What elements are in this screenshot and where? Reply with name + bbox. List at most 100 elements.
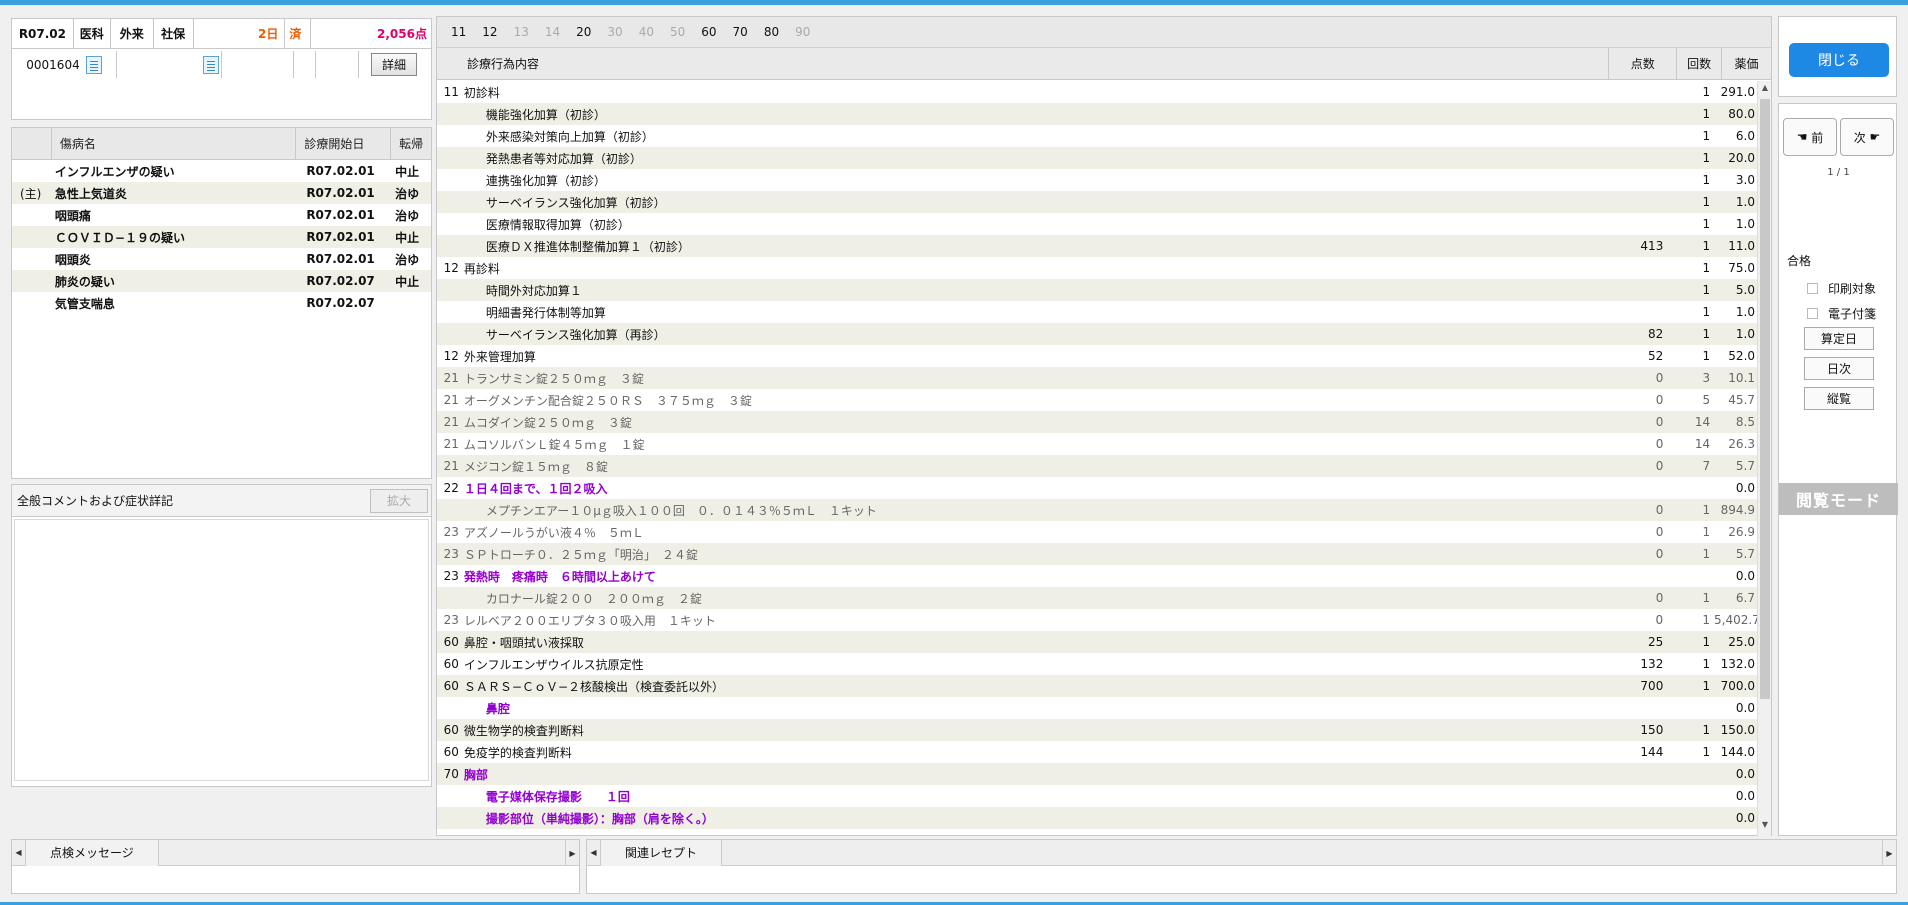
treatment-row[interactable]: メプチンエアー１０μｇ吸入１００回 ０．０１４３％５ｍＬ １キット 0 1 894.9: [437, 499, 1757, 521]
treatment-row[interactable]: 23 ＳＰトローチ０．２５ｍｇ「明治」 ２４錠 0 1 5.7: [437, 543, 1757, 565]
treatment-row[interactable]: 機能強化加算（初診） 1 80.0: [437, 103, 1757, 125]
disease-start-header[interactable]: 診療開始日: [296, 128, 392, 159]
treatment-name: インフルエンザウイルス抗原定性: [463, 657, 644, 672]
treatment-points: 700: [1640, 679, 1664, 693]
treatment-row[interactable]: 時間外対応加算１ 1 5.0: [437, 279, 1757, 301]
points-header[interactable]: 点数: [1609, 48, 1678, 79]
tab-category-60[interactable]: 60: [701, 25, 716, 39]
treatment-row[interactable]: 鼻腔 0.0: [437, 697, 1757, 719]
treatment-row[interactable]: サーベイランス強化加算（再診） 82 1 1.0: [437, 323, 1757, 345]
treatment-row[interactable]: 23 発熱時 疼痛時 ６時間以上あけて 0.0: [437, 565, 1757, 587]
treatment-row[interactable]: 22 １日４回まで、１回２吸入 0.0: [437, 477, 1757, 499]
scroll-right-icon[interactable]: ▶: [565, 840, 579, 866]
treatment-points: 150: [1640, 723, 1664, 737]
treatment-name: メプチンエアー１０μｇ吸入１００回 ０．０１４３％５ｍＬ １キット: [485, 503, 877, 518]
price-header[interactable]: 薬価: [1722, 48, 1771, 79]
disease-outcome-header[interactable]: 転帰: [391, 128, 431, 159]
calc-date-button[interactable]: 算定日: [1804, 327, 1874, 350]
scroll-down-icon[interactable]: ▼: [1758, 820, 1772, 834]
treatment-name: カロナール錠２００ ２００ｍｇ ２錠: [485, 591, 702, 606]
tab-check-message[interactable]: 点検メッセージ: [26, 839, 159, 866]
vertical-scrollbar[interactable]: ▲ ▼: [1757, 81, 1771, 836]
treatment-row[interactable]: 12 再診料 1 75.0: [437, 257, 1757, 279]
disease-start-date: R07.02.01: [306, 164, 375, 178]
vertical-view-button[interactable]: 縦覧: [1804, 387, 1874, 410]
treatment-row[interactable]: 60 免疫学的検査判断料 144 1 144.0: [437, 741, 1757, 763]
disease-row[interactable]: (主) 急性上気道炎 R07.02.01 治ゆ: [12, 182, 431, 204]
treatment-row[interactable]: 21 ムコダイン錠２５０ｍｇ ３錠 0 14 8.5: [437, 411, 1757, 433]
detail-button[interactable]: 詳細: [370, 53, 417, 76]
treatment-row[interactable]: 60 インフルエンザウイルス抗原定性 132 1 132.0: [437, 653, 1757, 675]
treatment-count: 3: [1702, 371, 1711, 385]
document-icon[interactable]: [85, 55, 102, 74]
tab-related-receipt[interactable]: 関連レセプト: [601, 839, 723, 866]
treatment-row[interactable]: 21 メジコン錠１５ｍｇ ８錠 0 7 5.7: [437, 455, 1757, 477]
treatment-row[interactable]: 60 鼻腔・咽頭拭い液採取 25 1 25.0: [437, 631, 1757, 653]
electronic-note-checkbox[interactable]: 電子付箋: [1807, 305, 1876, 322]
content-header[interactable]: 診療行為内容: [437, 48, 1610, 79]
scrollbar-thumb[interactable]: [1760, 99, 1770, 699]
receipt-header-panel: R07.02 医科 外来 社保 2日 済 2,056点 0001604 詳細: [11, 18, 432, 120]
treatment-row[interactable]: サーベイランス強化加算（初診） 1 1.0: [437, 191, 1757, 213]
tab-category-11[interactable]: 11: [451, 25, 466, 39]
treatment-count: 1: [1702, 745, 1711, 759]
treatment-row[interactable]: 連携強化加算（初診） 1 3.0: [437, 169, 1757, 191]
prev-button[interactable]: ☚ 前: [1783, 118, 1837, 156]
treatment-row[interactable]: 明細書発行体制等加算 1 1.0: [437, 301, 1757, 323]
scroll-up-icon[interactable]: ▲: [1758, 83, 1772, 97]
treatment-row[interactable]: 23 レルベア２００エリプタ３０吸入用 １キット 0 1 5,402.7: [437, 609, 1760, 631]
tab-category-80[interactable]: 80: [764, 25, 779, 39]
treatment-count: 1: [1702, 261, 1711, 275]
treatment-row[interactable]: 外来感染対策向上加算（初診） 1 6.0: [437, 125, 1757, 147]
expand-button[interactable]: 拡大: [370, 488, 428, 513]
document-icon[interactable]: [203, 55, 219, 74]
scroll-right-icon[interactable]: ▶: [1882, 840, 1896, 866]
treatment-price: 80.0: [1728, 107, 1756, 121]
scroll-left-icon[interactable]: ◀: [587, 839, 601, 866]
treatment-price: 0.0: [1735, 811, 1756, 825]
treatment-name: 連携強化加算（初診）: [485, 173, 606, 188]
next-button[interactable]: 次 ☛: [1840, 118, 1894, 156]
tab-category-70[interactable]: 70: [733, 25, 748, 39]
count-header[interactable]: 回数: [1677, 48, 1723, 79]
treatment-row[interactable]: 70 胸部 0.0: [437, 763, 1757, 785]
receipt-type-outpatient: 外来: [111, 19, 154, 48]
treatment-row[interactable]: 23 アズノールうがい液４％ ５ｍＬ 0 1 26.9: [437, 521, 1757, 543]
treatment-row[interactable]: 電子媒体保存撮影 １回 0.0: [437, 785, 1757, 807]
treatment-row[interactable]: 21 オーグメンチン配合錠２５０ＲＳ ３７５ｍｇ ３錠 0 5 45.7: [437, 389, 1757, 411]
disease-row[interactable]: インフルエンザの疑い R07.02.01 中止: [12, 160, 431, 182]
treatment-row[interactable]: 医療情報取得加算（初診） 1 1.0: [437, 213, 1757, 235]
treatment-row[interactable]: 60 ＳＡＲＳ−ＣｏＶ−２核酸検出（検査委託以外） 700 1 700.0: [437, 675, 1757, 697]
close-button[interactable]: 閉じる: [1789, 43, 1889, 77]
disease-name: ＣＯＶＩＤ−１９の疑い: [54, 230, 185, 245]
receipt-points: 2,056点: [377, 27, 427, 41]
treatment-count: 1: [1702, 525, 1711, 539]
scroll-left-icon[interactable]: ◀: [12, 839, 26, 866]
treatment-row[interactable]: 医療ＤＸ推進体制整備加算１（初診） 413 1 11.0: [437, 235, 1757, 257]
treatment-row[interactable]: 12 外来管理加算 52 1 52.0: [437, 345, 1757, 367]
comment-textarea[interactable]: [14, 519, 429, 781]
treatment-row[interactable]: 60 微生物学的検査判断料 150 1 150.0: [437, 719, 1757, 741]
treatment-row[interactable]: 21 トランサミン錠２５０ｍｇ ３錠 0 3 10.1: [437, 367, 1757, 389]
treatment-points: 0: [1655, 503, 1664, 517]
disease-start-date: R07.02.01: [306, 252, 375, 266]
print-target-checkbox[interactable]: 印刷対象: [1807, 280, 1876, 297]
treatment-row[interactable]: 11 初診料 1 291.0: [437, 81, 1757, 103]
treatment-name: 電子媒体保存撮影 １回: [485, 789, 630, 804]
disease-row[interactable]: 肺炎の疑い R07.02.07 中止: [12, 270, 431, 292]
treatment-price: 8.5: [1735, 415, 1756, 429]
disease-row[interactable]: 咽頭痛 R07.02.01 治ゆ: [12, 204, 431, 226]
disease-row[interactable]: ＣＯＶＩＤ−１９の疑い R07.02.01 中止: [12, 226, 431, 248]
treatment-price: 132.0: [1720, 657, 1756, 671]
daily-button[interactable]: 日次: [1804, 357, 1874, 380]
treatment-row[interactable]: 撮影部位（単純撮影）：胸部（肩を除く。） 0.0: [437, 807, 1757, 829]
treatment-row[interactable]: カロナール錠２００ ２００ｍｇ ２錠 0 1 6.7: [437, 587, 1757, 609]
disease-row[interactable]: 咽頭炎 R07.02.01 治ゆ: [12, 248, 431, 270]
tab-category-12[interactable]: 12: [482, 25, 497, 39]
treatment-points: 0: [1655, 613, 1664, 627]
disease-row[interactable]: 気管支喘息 R07.02.07: [12, 292, 431, 314]
treatment-row[interactable]: 発熱患者等対応加算（初診） 1 20.0: [437, 147, 1757, 169]
disease-name-header[interactable]: 傷病名: [52, 128, 297, 159]
treatment-row[interactable]: 21 ムコソルバンＬ錠４５ｍｇ １錠 0 14 26.3: [437, 433, 1757, 455]
tab-category-20[interactable]: 20: [576, 25, 591, 39]
